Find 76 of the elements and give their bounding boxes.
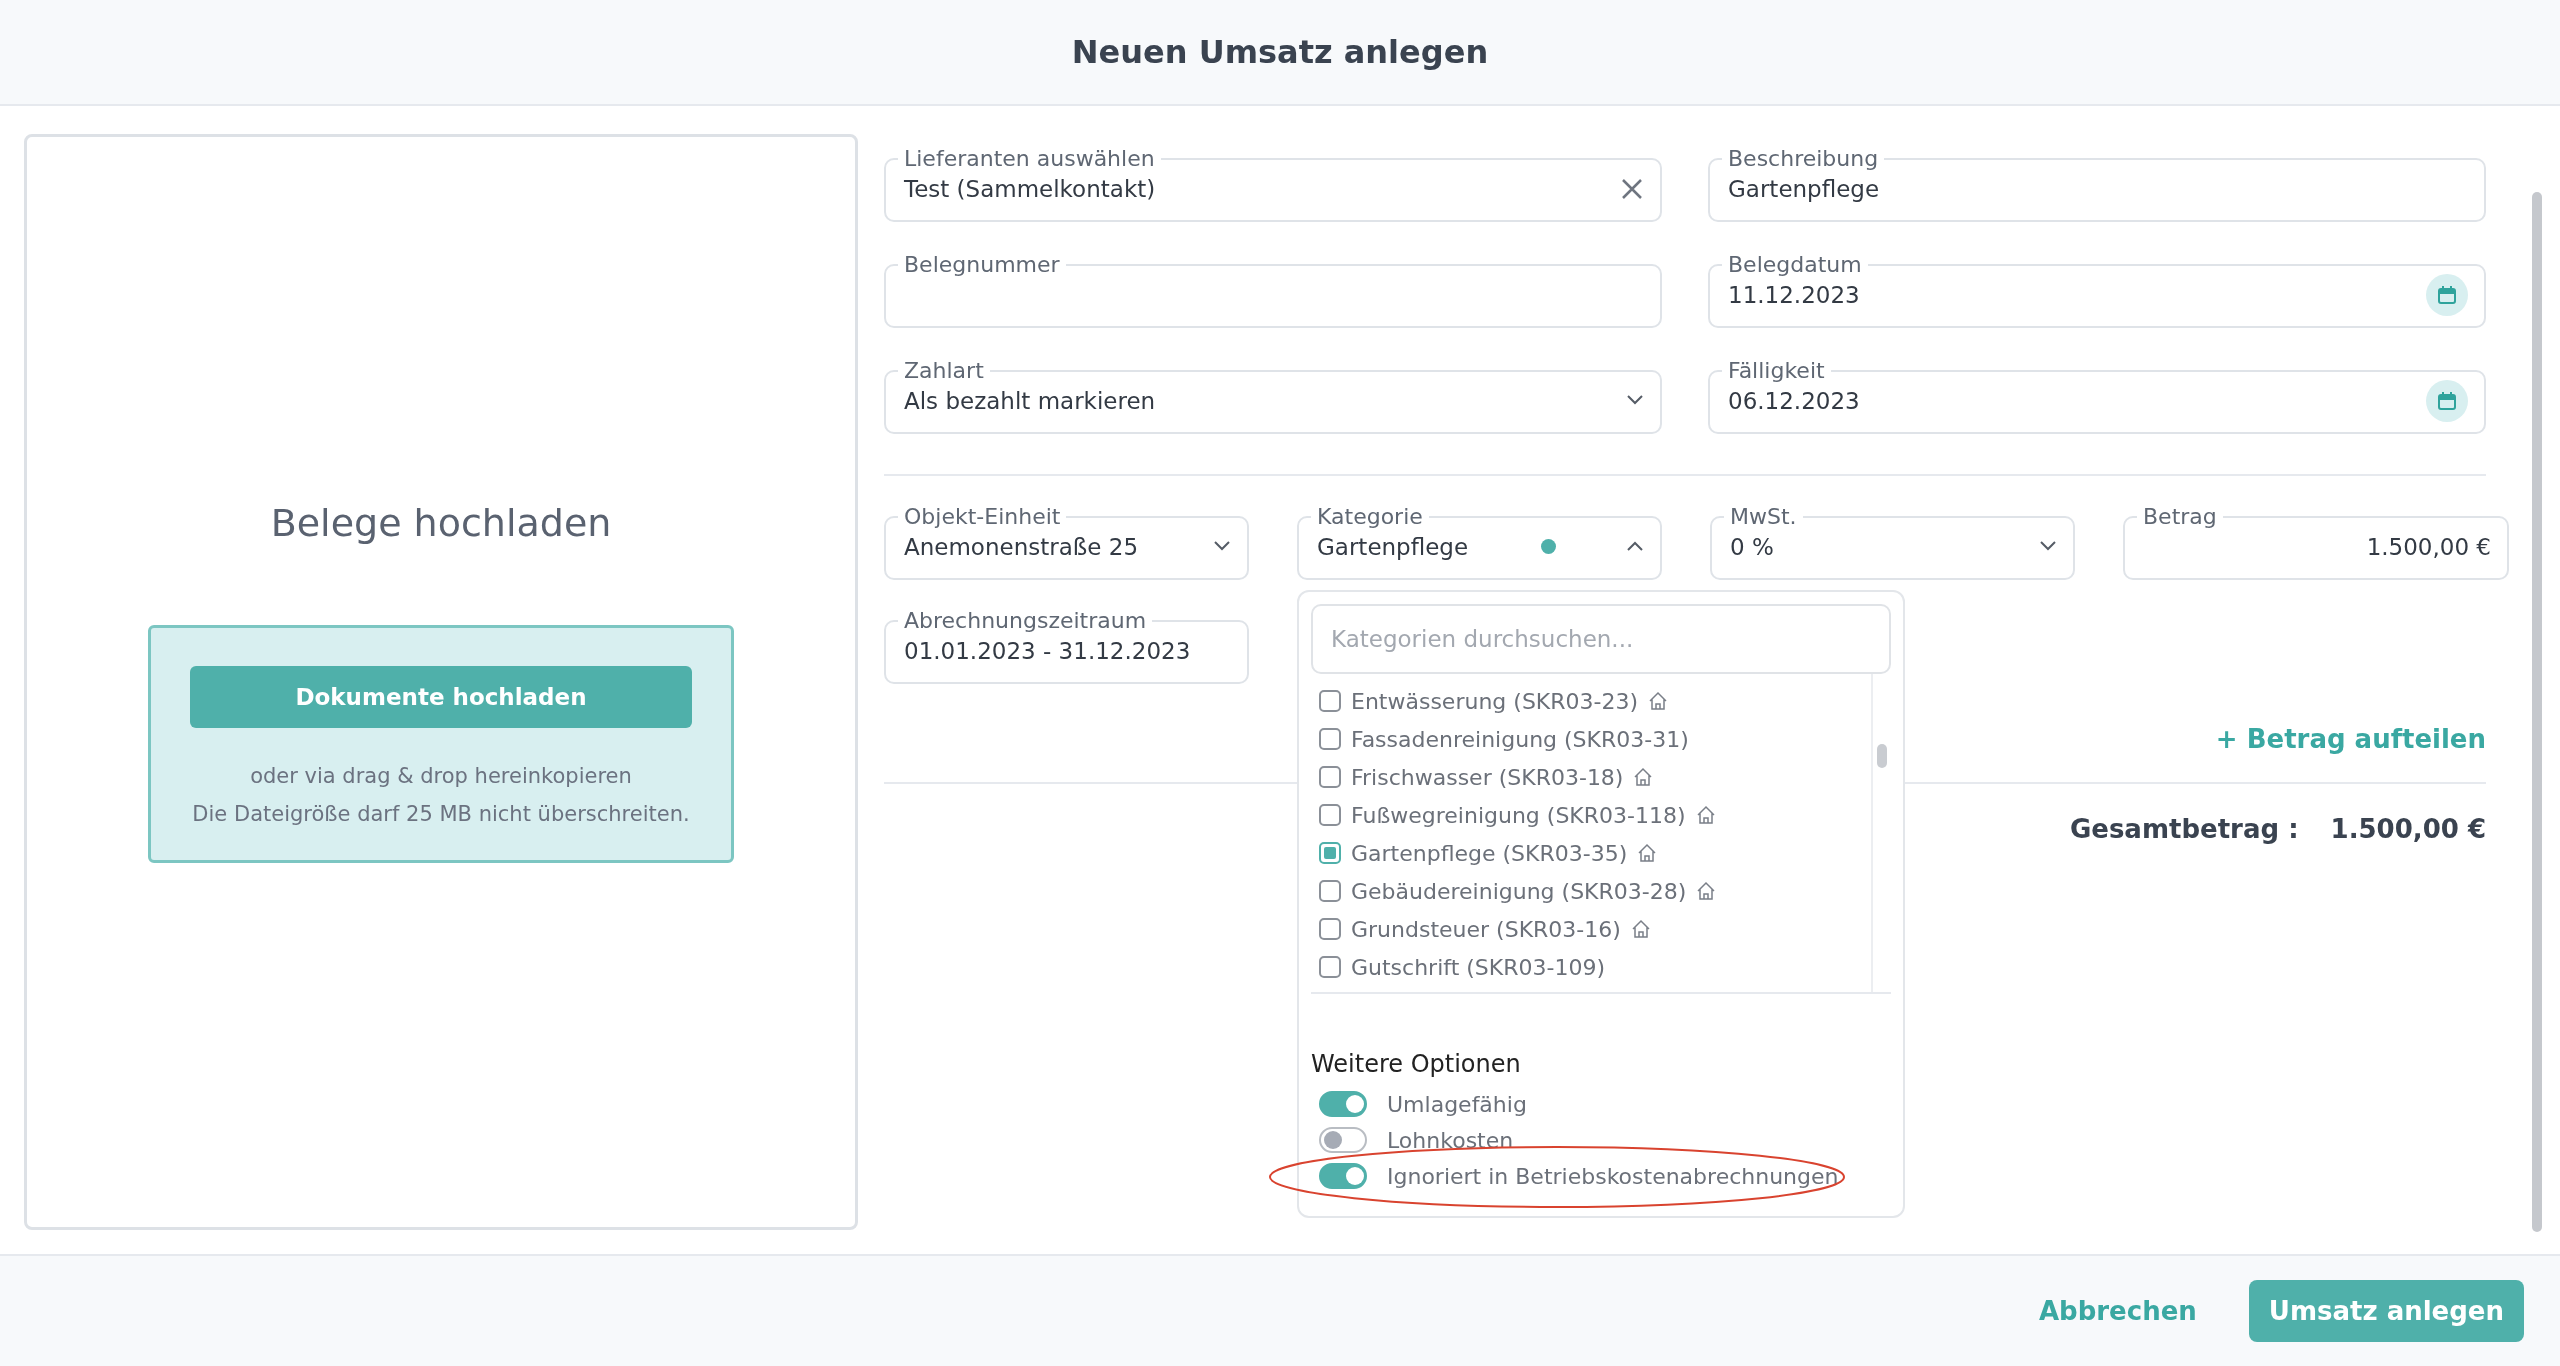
search-field[interactable]: Kategorien durchsuchen... [1311,604,1891,674]
category-option[interactable]: Grundsteuer (SKR03-16) [1311,910,1871,948]
category-option[interactable]: Fußwegreinigung (SKR03-118) [1311,796,1871,834]
option-label: Grundsteuer (SKR03-16) [1351,916,1621,942]
category-option[interactable]: Gutschrift (SKR03-109) [1311,948,1871,986]
field-value: Gartenpflege [1728,175,1881,202]
chevron-icon [1626,394,1644,406]
submit-button[interactable]: Umsatz anlegen [2248,1280,2524,1342]
category-option[interactable]: Entwässerung (SKR03-23) [1311,682,1871,720]
option-label: Umlagefähig [1387,1091,1527,1117]
option-label: Gutschrift (SKR03-109) [1351,954,1606,980]
scrollbar-thumb[interactable] [1877,744,1887,768]
field-value: 06.12.2023 [1728,387,1861,414]
calendar-icon [2436,389,2458,412]
field-value: Als bezahlt markieren [904,387,1157,414]
checkbox[interactable] [1319,728,1341,750]
field-label: Belegdatum [1727,252,1863,277]
option-label: Gebäudereinigung (SKR03-28) [1351,878,1687,904]
field-label: Fälligkeit [1727,358,1826,383]
field-value: 01.01.2023 - 31.12.2023 [904,637,1192,664]
field-label: Belegnummer [903,252,1061,277]
field-value: 0 % [1730,533,1775,560]
checkbox[interactable] [1319,766,1341,788]
status-dot-icon [1541,539,1556,554]
option-label: Gartenpflege (SKR03-35) [1351,840,1628,866]
toggle-switch[interactable] [1319,1163,1367,1189]
field-label: Beschreibung [1727,146,1880,171]
field-value: 1.500,00 € [2365,533,2491,560]
upload-heading: Belege hochladen [270,501,612,545]
field-label: Betrag [2142,504,2218,529]
checkbox[interactable] [1319,842,1341,864]
calendar-button[interactable] [2426,379,2468,422]
chevron-icon [2039,540,2057,552]
option-label: Fassadenreinigung (SKR03-31) [1351,726,1689,752]
category-option[interactable]: Gartenpflege (SKR03-35) [1311,834,1871,872]
field-label: Abrechnungszeitraum [903,608,1148,633]
cancel-button[interactable]: Abbrechen [2032,1295,2203,1327]
category-option[interactable]: Gebäudereinigung (SKR03-28) [1311,872,1871,910]
field-label: Objekt-Einheit [903,504,1062,529]
toggle-switch[interactable] [1319,1127,1367,1153]
checkbox[interactable] [1319,918,1341,940]
checkbox[interactable] [1319,880,1341,902]
option-label: Entwässerung (SKR03-23) [1351,688,1639,714]
option-label: Lohnkosten [1387,1127,1514,1153]
chevron-icon [1626,540,1644,552]
total-value: 1.500,00 € [2330,814,2486,844]
scrollbar-thumb[interactable] [2532,192,2542,1232]
field-label: Kategorie [1316,504,1424,529]
calendar-icon [2436,283,2458,306]
drop-zone[interactable]: Dokumente hochladen oder via drag & drop hereinkopieren Die Dateigröße darf 25 MB nicht überschreiten. [148,625,734,863]
field-value: Test (Sammelkontakt) [904,175,1157,202]
field-value: Anemonenstraße 25 [904,533,1139,560]
toggle-switch[interactable] [1319,1091,1367,1117]
option-label: Ignoriert in Betriebskostenabrechnungen [1387,1163,1839,1189]
split-amount-link[interactable]: + Betrag aufteilen [2215,724,2486,754]
checkbox[interactable] [1319,804,1341,826]
category-option[interactable]: Frischwasser (SKR03-18) [1311,758,1871,796]
section-heading: Weitere Optionen [1311,1050,1522,1078]
checkbox[interactable] [1319,690,1341,712]
category-option[interactable]: Fassadenreinigung (SKR03-31) [1311,720,1871,758]
option-label: Fußwegreinigung (SKR03-118) [1351,802,1686,828]
total-label: Gesamtbetrag : [2069,814,2299,844]
field-label: Lieferanten auswählen [903,146,1156,171]
upload-hint: oder via drag & drop hereinkopieren [250,763,632,790]
field-label: Zahlart [903,358,985,383]
checkbox[interactable] [1319,956,1341,978]
calendar-button[interactable] [2426,273,2468,316]
field-label: MwSt. [1729,504,1798,529]
field-value: Gartenpflege [1317,533,1470,560]
option-label: Frischwasser (SKR03-18) [1351,764,1624,790]
upload-hint: Die Dateigröße darf 25 MB nicht überschreiten. [192,801,690,829]
field-value: 11.12.2023 [1728,281,1861,308]
upload-button[interactable]: Dokumente hochladen [190,666,692,728]
dialog-title: Neuen Umsatz anlegen [1071,33,1489,71]
close-icon[interactable] [1620,176,1644,201]
chevron-icon [1213,540,1231,552]
